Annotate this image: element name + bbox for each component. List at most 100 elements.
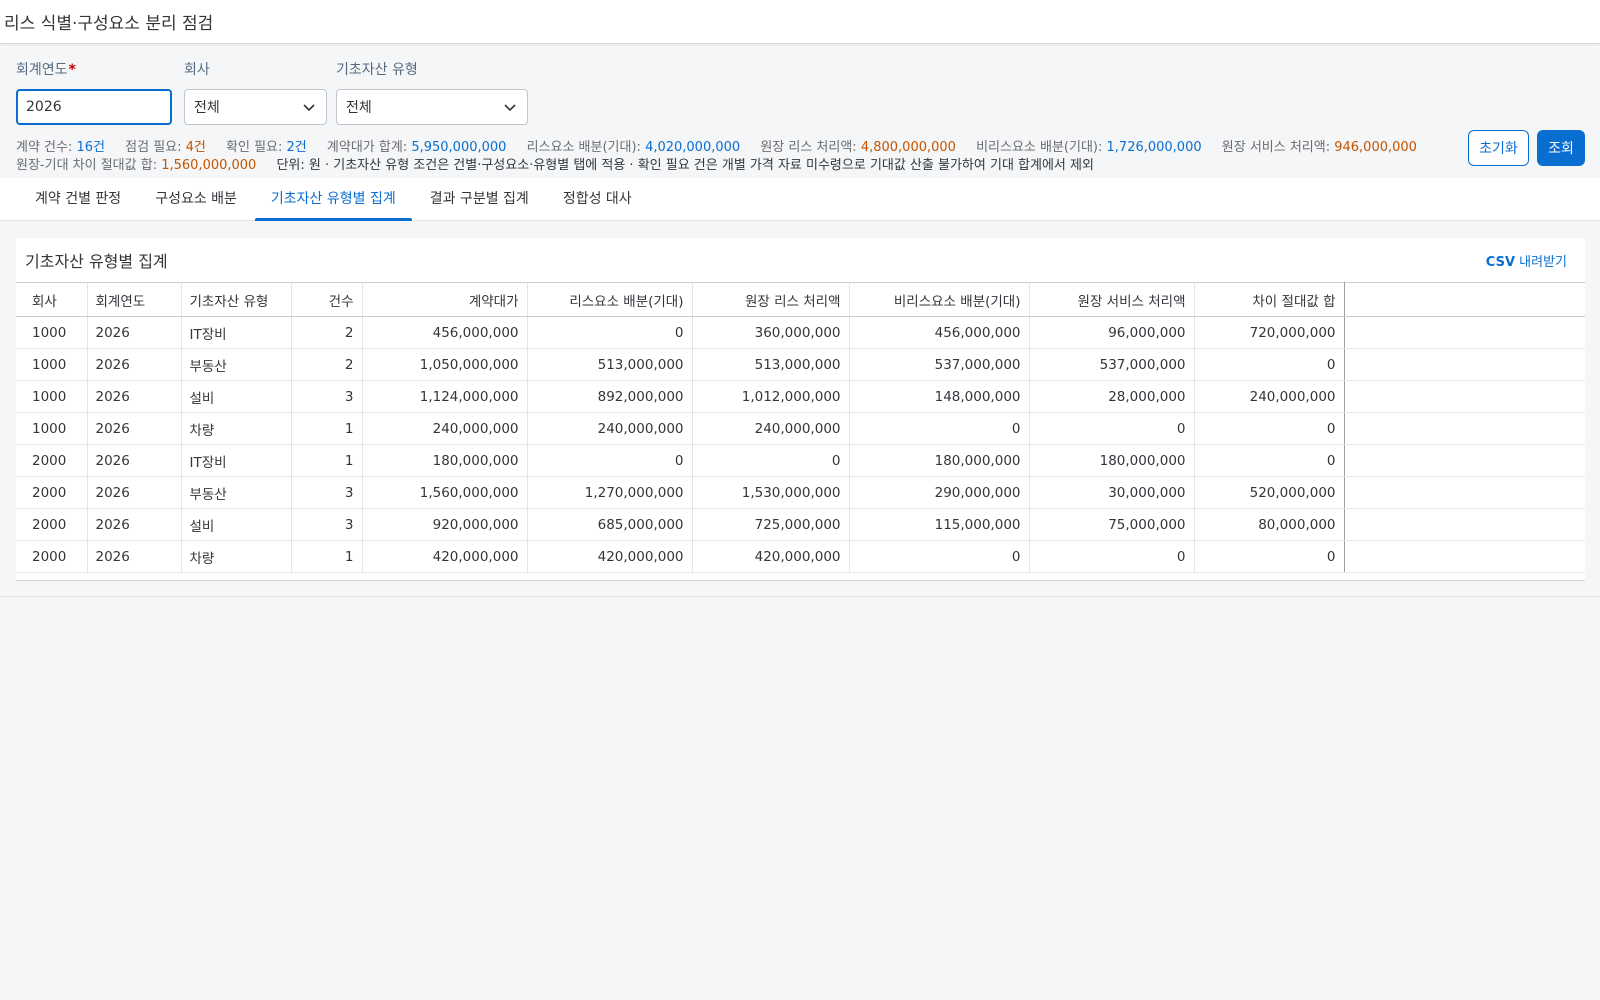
table-cell-filler [1344, 348, 1585, 381]
table-cell: 0 [1194, 540, 1345, 573]
column-header-nonlease-alloc[interactable]: 비리스요소 배분(기대) [849, 282, 1030, 317]
company-select[interactable]: 전체 [184, 89, 327, 125]
summary-diff-abs: 원장-기대 차이 절대값 합: 1,560,000,000 [16, 158, 257, 173]
table-cell: 30,000,000 [1029, 476, 1195, 509]
table-body: 1000 2026 IT장비 2 456,000,000 0 360,000,000 456,… [16, 316, 1585, 573]
table-cell: 차량 [181, 412, 292, 445]
table-cell: 2026 [87, 412, 182, 445]
asset-type-field: 기초자산 유형 전체 [336, 60, 528, 125]
table-cell: 1,270,000,000 [527, 476, 693, 509]
table-row[interactable]: 1000 2026 IT장비 2 456,000,000 0 360,000,000 456,… [16, 316, 1585, 349]
table-cell: 115,000,000 [849, 508, 1030, 541]
table-cell: 2000 [16, 508, 88, 541]
table-cell: 2000 [16, 444, 88, 477]
summary-contract-total: 계약대가 합계: 5,950,000,000 [326, 140, 507, 155]
table-row[interactable]: 2000 2026 설비 3 920,000,000 685,000,000 725,000… [16, 508, 1585, 541]
column-header-ledger-lease[interactable]: 원장 리스 처리액 [692, 282, 850, 317]
table-cell: IT장비 [181, 316, 292, 349]
tab-result-category-summary[interactable]: 결과 구분별 집계 [413, 178, 546, 221]
table-cell: 75,000,000 [1029, 508, 1195, 541]
table-cell: 80,000,000 [1194, 508, 1345, 541]
table-cell: 0 [1029, 412, 1195, 445]
table-cell: 148,000,000 [849, 380, 1030, 413]
column-header-asset-type[interactable]: 기초자산 유형 [181, 282, 292, 317]
table-cell: 420,000,000 [527, 540, 693, 573]
table-cell: 725,000,000 [692, 508, 850, 541]
table-cell: 456,000,000 [362, 316, 528, 349]
chevron-down-icon [301, 99, 317, 115]
table-cell-filler [1344, 476, 1585, 509]
column-header-count[interactable]: 건수 [291, 282, 363, 317]
fiscal-year-input[interactable]: 2026 [16, 89, 172, 125]
table-cell: 513,000,000 [527, 348, 693, 381]
tab-component-allocation[interactable]: 구성요소 배분 [138, 178, 254, 221]
table-cell: 892,000,000 [527, 380, 693, 413]
table-cell: 2026 [87, 348, 182, 381]
column-header-ledger-service[interactable]: 원장 서비스 처리액 [1029, 282, 1195, 317]
table-cell: 360,000,000 [692, 316, 850, 349]
asset-type-select[interactable]: 전체 [336, 89, 528, 125]
tab-contract-judgement[interactable]: 계약 건별 판정 [18, 178, 138, 221]
tab-asset-type-summary[interactable]: 기초자산 유형별 집계 [254, 178, 413, 221]
panel-header: 기초자산 유형별 집계 CSV 내려받기 [16, 238, 1585, 282]
table-cell: 2 [291, 348, 363, 381]
column-header-fiscal-year[interactable]: 회계연도 [87, 282, 182, 317]
table-cell: 0 [1194, 412, 1345, 445]
company-field: 회사 전체 [184, 60, 327, 125]
table-cell: 2026 [87, 540, 182, 573]
table-row[interactable]: 1000 2026 차량 1 240,000,000 240,000,000 240,000… [16, 412, 1585, 445]
table-cell: 420,000,000 [692, 540, 850, 573]
summary-ledger-lease: 원장 리스 처리액: 4,800,000,000 [760, 140, 956, 155]
table-cell: 0 [1194, 348, 1345, 381]
table-cell: 1,530,000,000 [692, 476, 850, 509]
table-cell: 0 [692, 444, 850, 477]
table-row[interactable]: 2000 2026 부동산 3 1,560,000,000 1,270,000,000 1,… [16, 476, 1585, 509]
table-cell: 420,000,000 [362, 540, 528, 573]
table-cell: 3 [291, 476, 363, 509]
table-cell: 0 [527, 316, 693, 349]
fiscal-year-label: 회계연도* [16, 62, 76, 78]
chevron-down-icon [502, 99, 518, 115]
table-cell: 2026 [87, 508, 182, 541]
table-row[interactable]: 2000 2026 차량 1 420,000,000 420,000,000 420,000… [16, 540, 1585, 573]
table-cell: 2000 [16, 540, 88, 573]
table-cell: 0 [849, 412, 1030, 445]
column-header-lease-alloc[interactable]: 리스요소 배분(기대) [527, 282, 693, 317]
table-cell: 720,000,000 [1194, 316, 1345, 349]
fiscal-year-field: 회계연도* 2026 [16, 60, 172, 125]
table-cell: 차량 [181, 540, 292, 573]
table-cell: 2026 [87, 380, 182, 413]
company-select-value: 전체 [194, 100, 220, 116]
table-cell: 부동산 [181, 476, 292, 509]
table-cell: 290,000,000 [849, 476, 1030, 509]
table-cell: 0 [527, 444, 693, 477]
tab-reconciliation[interactable]: 정합성 대사 [546, 178, 649, 221]
table-cell: 1,050,000,000 [362, 348, 528, 381]
table-row[interactable]: 2000 2026 IT장비 1 180,000,000 0 0 180,000,000 180… [16, 444, 1585, 477]
csv-download-link[interactable]: CSV 내려받기 [1486, 251, 1567, 270]
summary-confirm-required: 확인 필요: 2건 [226, 140, 307, 155]
table-cell: 설비 [181, 380, 292, 413]
table-cell: 설비 [181, 508, 292, 541]
column-header-company[interactable]: 회사 [16, 282, 88, 317]
summary-contract-count: 계약 건수: 16건 [16, 140, 106, 155]
column-header-contract-amount[interactable]: 계약대가 [362, 282, 528, 317]
table-cell: 2000 [16, 476, 88, 509]
table-row[interactable]: 1000 2026 설비 3 1,124,000,000 892,000,000 1,012… [16, 380, 1585, 413]
table-cell: 0 [1029, 540, 1195, 573]
divider [0, 596, 1600, 597]
table-cell: 513,000,000 [692, 348, 850, 381]
table-cell: 1000 [16, 348, 88, 381]
table-cell: 240,000,000 [527, 412, 693, 445]
column-header-diff-abs[interactable]: 차이 절대값 합 [1194, 282, 1345, 317]
table-cell: 180,000,000 [1029, 444, 1195, 477]
table-cell: 2 [291, 316, 363, 349]
filter-bar: 회계연도* 2026 회사 전체 기초자산 유형 전체 초기화 조회 [0, 44, 1600, 166]
summary-table: 회사 회계연도 기초자산 유형 건수 계약대가 리스요소 배분(기대) 원장 리… [16, 282, 1585, 573]
table-cell: 920,000,000 [362, 508, 528, 541]
table-cell: 부동산 [181, 348, 292, 381]
table-cell-filler [1344, 444, 1585, 477]
table-row[interactable]: 1000 2026 부동산 2 1,050,000,000 513,000,000 513,… [16, 348, 1585, 381]
summary-lease-alloc: 리스요소 배분(기대): 4,020,000,000 [526, 140, 741, 155]
table-cell: 2026 [87, 476, 182, 509]
